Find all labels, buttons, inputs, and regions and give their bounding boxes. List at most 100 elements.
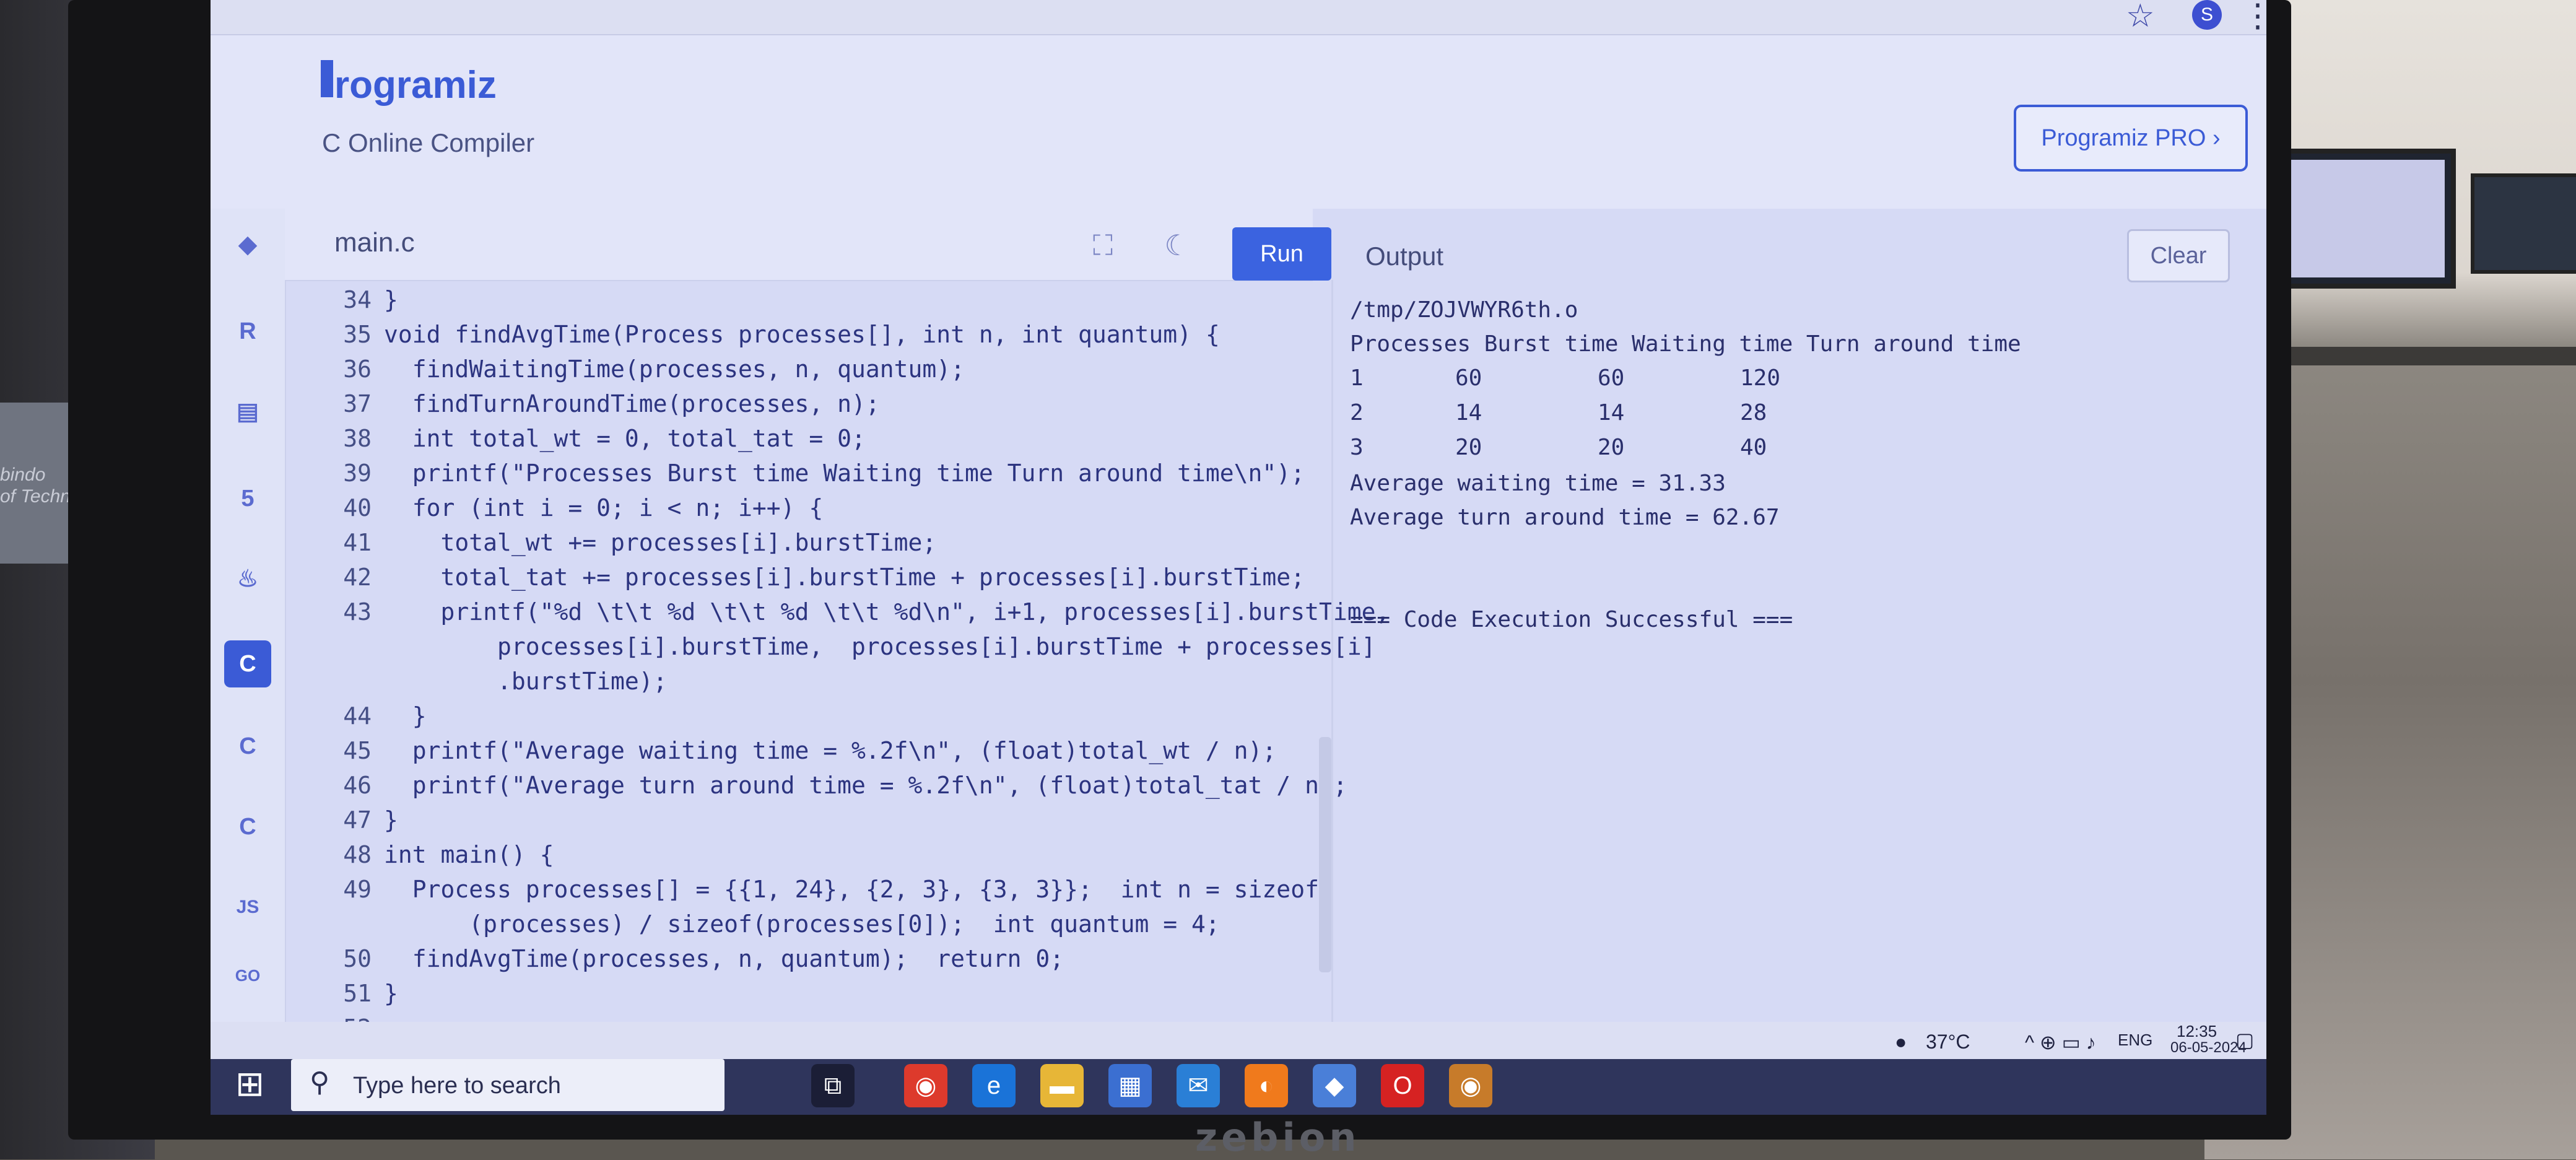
monitor-brand-logo: zebion xyxy=(1195,1115,1360,1160)
line-number: 37 xyxy=(343,390,372,417)
output-cell: 14 xyxy=(1598,400,1625,425)
store-icon[interactable]: ▦ xyxy=(1108,1064,1152,1107)
firefox-icon[interactable]: ◐ xyxy=(1245,1064,1288,1107)
notification-icon[interactable]: ▢ xyxy=(2235,1028,2254,1052)
js-icon[interactable]: JS xyxy=(224,884,271,931)
code-line[interactable]: total_tat += processes[i].burstTime + pr… xyxy=(384,564,1305,591)
code-line[interactable]: .burstTime); xyxy=(384,668,668,695)
line-number: 36 xyxy=(343,355,372,383)
line-number: 42 xyxy=(343,564,372,591)
code-line[interactable]: int main() { xyxy=(384,841,554,868)
search-placeholder: Type here to search xyxy=(353,1073,561,1099)
page-subtitle: C Online Compiler xyxy=(322,128,535,157)
background-monitor-2 xyxy=(2471,173,2576,274)
menu-icon[interactable]: ⋮ xyxy=(2242,0,2266,35)
output-cell: 1 xyxy=(1350,365,1364,391)
r-icon[interactable]: R xyxy=(224,308,271,355)
line-number: 49 xyxy=(343,876,372,903)
code-line[interactable]: processes[i].burstTime, processes[i].bur… xyxy=(384,633,1375,660)
code-line[interactable]: for (int i = 0; i < n; i++) { xyxy=(384,494,823,521)
code-line[interactable]: findWaitingTime(processes, n, quantum); xyxy=(384,355,965,383)
clear-button[interactable]: Clear xyxy=(2127,229,2230,282)
code-line[interactable]: printf("%d \t\t %d \t\t %d \t\t %d\n", i… xyxy=(384,598,1390,626)
monitor-bezel: ☆ S ⋮ rogramiz C Online Compiler Program… xyxy=(68,0,2291,1160)
java-icon[interactable]: ♨ xyxy=(224,556,271,603)
tray-icons[interactable]: ^ ⊕ ▭ ♪ xyxy=(2025,1031,2096,1054)
output-cell: 20 xyxy=(1455,435,1482,460)
site-header: rogramiz C Online Compiler Programiz PRO… xyxy=(211,35,2266,209)
temperature[interactable]: 37°C xyxy=(1926,1031,1970,1053)
html-icon[interactable]: 5 xyxy=(224,475,271,522)
programiz-pro-button[interactable]: Programiz PRO › xyxy=(2014,105,2248,172)
line-number: 41 xyxy=(343,529,372,556)
code-line[interactable]: total_wt += processes[i].burstTime; xyxy=(384,529,937,556)
output-title: Output xyxy=(1365,242,1444,271)
run-button[interactable]: Run xyxy=(1232,227,1331,281)
line-number: 34 xyxy=(343,286,372,313)
line-number: 48 xyxy=(343,841,372,868)
output-avg-wait: Average waiting time = 31.33 xyxy=(1350,471,1726,496)
line-number: 47 xyxy=(343,806,372,834)
line-number: 39 xyxy=(343,460,372,487)
output-cell: 60 xyxy=(1455,365,1482,391)
output-cell: 20 xyxy=(1598,435,1625,460)
opera-icon[interactable]: O xyxy=(1381,1064,1424,1107)
task-view-icon[interactable]: ⧉ xyxy=(811,1064,855,1107)
line-number: 40 xyxy=(343,494,372,521)
line-number: 43 xyxy=(343,598,372,626)
sql-icon[interactable]: ▤ xyxy=(224,388,271,435)
code-line[interactable]: findTurnAroundTime(processes, n); xyxy=(384,390,880,417)
windows-start-icon[interactable]: ⊞ xyxy=(235,1065,272,1102)
chrome-icon[interactable]: ◉ xyxy=(904,1064,947,1107)
star-icon[interactable]: ☆ xyxy=(2126,0,2155,35)
taskbar-search[interactable]: ⚲ Type here to search xyxy=(291,1059,724,1111)
logo-icon xyxy=(321,60,333,97)
code-line[interactable]: Process processes[] = {{1, 24}, {2, 3}, … xyxy=(384,876,1319,903)
line-number: 45 xyxy=(343,737,372,764)
taskbar-strip: ● 37°C ^ ⊕ ▭ ♪ ENG 12:35 06-05-2024 ▢ xyxy=(211,1022,2266,1059)
profile-avatar[interactable]: S xyxy=(2192,0,2222,30)
csharp-icon[interactable]: C xyxy=(224,803,271,850)
editor-toolbar: main.c ⛶ ☾ Run xyxy=(285,209,1331,281)
browser-toolbar: ☆ S ⋮ xyxy=(211,0,2266,35)
line-number: 46 xyxy=(343,772,372,799)
clock-time[interactable]: 12:35 xyxy=(2177,1022,2217,1041)
mail-icon[interactable]: ✉ xyxy=(1177,1064,1220,1107)
code-line[interactable]: printf("Average waiting time = %.2f\n", … xyxy=(384,737,1277,764)
site-logo[interactable]: rogramiz xyxy=(334,63,497,107)
python-icon[interactable]: ◆ xyxy=(224,221,271,268)
dark-mode-icon[interactable]: ☾ xyxy=(1158,226,1196,264)
code-line[interactable]: (processes) / sizeof(processes[0]); int … xyxy=(384,910,1220,938)
code-line[interactable]: } xyxy=(384,702,427,730)
output-cell: 2 xyxy=(1350,400,1364,425)
line-number: 51 xyxy=(343,980,372,1007)
code-editor[interactable]: 34} 35 void findAvgTime(Process processes[… xyxy=(285,280,1390,1042)
output-cell: 120 xyxy=(1740,365,1781,391)
screen: ☆ S ⋮ rogramiz C Online Compiler Program… xyxy=(211,0,2266,1115)
code-line[interactable]: int total_wt = 0, total_tat = 0; xyxy=(384,425,866,452)
cpp-icon[interactable]: C xyxy=(224,723,271,770)
app-icon[interactable]: ◆ xyxy=(1313,1064,1356,1107)
language-indicator[interactable]: ENG xyxy=(2118,1031,2152,1050)
go-icon[interactable]: GO xyxy=(224,952,271,999)
c-icon[interactable]: C xyxy=(224,640,271,687)
fullscreen-icon[interactable]: ⛶ xyxy=(1084,226,1122,264)
pane-divider[interactable] xyxy=(1331,280,1333,1023)
code-line[interactable]: } xyxy=(384,980,398,1007)
code-line[interactable]: findAvgTime(processes, n, quantum); retu… xyxy=(384,945,1064,972)
code-line[interactable]: } xyxy=(384,806,398,834)
code-line[interactable]: printf("Processes Burst time Waiting tim… xyxy=(384,460,1305,487)
edge-icon[interactable]: e xyxy=(972,1064,1016,1107)
code-line[interactable]: printf("Average turn around time = %.2f\… xyxy=(384,772,1347,799)
chrome-active-icon[interactable]: ◉ xyxy=(1449,1064,1492,1107)
line-number: 50 xyxy=(343,945,372,972)
file-explorer-icon[interactable]: ▬ xyxy=(1040,1064,1084,1107)
editor-scrollbar[interactable] xyxy=(1319,737,1331,972)
file-tab[interactable]: main.c xyxy=(334,227,415,258)
code-line[interactable]: void findAvgTime(Process processes[], in… xyxy=(384,321,1220,348)
line-number: 38 xyxy=(343,425,372,452)
output-cell: 60 xyxy=(1598,365,1625,391)
weather-icon[interactable]: ● xyxy=(1895,1031,1907,1053)
code-line[interactable]: } xyxy=(384,286,398,313)
search-icon: ⚲ xyxy=(310,1067,330,1097)
